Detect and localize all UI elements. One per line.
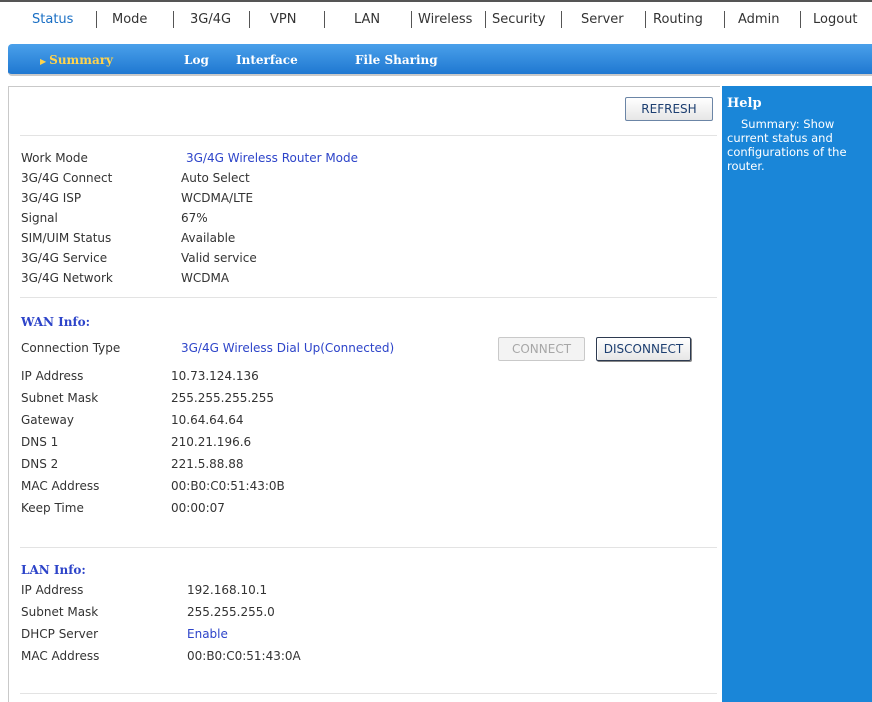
sim-status-label: SIM/UIM Status (21, 231, 112, 245)
top-navigation: Status Mode 3G/4G VPN LAN Wireless Secur… (0, 0, 872, 40)
network-label: 3G/4G Network (21, 271, 113, 285)
nav-status[interactable]: Status (32, 12, 73, 27)
summary-panel: REFRESH Work Mode 3G/4G Wireless Router … (8, 86, 720, 702)
sim-status-value: Available (181, 231, 236, 245)
divider (20, 547, 717, 548)
sub-navigation: ▶ Summary Log Interface File Sharing (8, 44, 872, 76)
nav-lan[interactable]: LAN (354, 12, 380, 27)
nav-separator (800, 11, 801, 28)
dns2-label: DNS 2 (21, 457, 59, 471)
dhcp-server-value[interactable]: Enable (187, 627, 228, 641)
divider (20, 693, 717, 694)
nav-separator (249, 11, 250, 28)
service-label: 3G/4G Service (21, 251, 108, 265)
gateway-value: 10.64.64.64 (171, 413, 244, 427)
lan-subnet-value: 255.255.255.0 (187, 605, 275, 619)
lan-subnet-label: Subnet Mask (21, 605, 99, 619)
nav-separator (96, 11, 97, 28)
dns1-value: 210.21.196.6 (171, 435, 252, 449)
wan-ip-label: IP Address (21, 369, 84, 383)
lan-info-title: LAN Info: (21, 563, 86, 577)
help-panel: Help Summary: Show current status and co… (722, 86, 872, 702)
nav-mode[interactable]: Mode (112, 12, 147, 27)
wan-mac-label: MAC Address (21, 479, 100, 493)
refresh-button[interactable]: REFRESH (625, 97, 713, 121)
wan-info-title: WAN Info: (21, 315, 91, 329)
triangle-right-icon: ▶ (40, 56, 47, 66)
signal-label: Signal (21, 211, 58, 225)
nav-server[interactable]: Server (581, 12, 624, 27)
help-text: Summary: Show current status and configu… (727, 117, 847, 173)
nav-routing[interactable]: Routing (653, 12, 703, 27)
work-mode-value: 3G/4G Wireless Router Mode (186, 151, 359, 165)
network-value: WCDMA (181, 271, 230, 285)
tab-summary-label: Summary (49, 53, 114, 67)
connection-type-value: 3G/4G Wireless Dial Up(Connected) (181, 341, 395, 355)
tab-log[interactable]: Log (184, 53, 209, 67)
work-mode-label: Work Mode (21, 151, 88, 165)
wan-subnet-label: Subnet Mask (21, 391, 99, 405)
dns2-value: 221.5.88.88 (171, 457, 244, 471)
nav-separator (724, 11, 725, 28)
help-title: Help (727, 96, 762, 111)
nav-wireless[interactable]: Wireless (418, 12, 472, 27)
nav-vpn[interactable]: VPN (270, 12, 296, 27)
lan-ip-value: 192.168.10.1 (187, 583, 268, 597)
isp-value: WCDMA/LTE (181, 191, 254, 205)
nav-separator (324, 11, 325, 28)
wan-ip-value: 10.73.124.136 (171, 369, 259, 383)
nav-admin[interactable]: Admin (738, 12, 779, 27)
lan-mac-value: 00:B0:C0:51:43:0A (187, 649, 301, 663)
isp-label: 3G/4G ISP (21, 191, 82, 205)
signal-value: 67% (181, 211, 208, 225)
tab-summary[interactable]: ▶ Summary (40, 53, 113, 67)
divider (20, 297, 717, 298)
connection-type-label: Connection Type (21, 341, 121, 355)
nav-separator (561, 11, 562, 28)
gateway-label: Gateway (21, 413, 75, 427)
connect-value: Auto Select (181, 171, 250, 185)
connect-label: 3G/4G Connect (21, 171, 113, 185)
nav-separator (411, 11, 412, 28)
keep-time-label: Keep Time (21, 501, 84, 515)
disconnect-button[interactable]: DISCONNECT (596, 337, 691, 361)
nav-separator (485, 11, 486, 28)
service-value: Valid service (181, 251, 257, 265)
tab-file-sharing[interactable]: File Sharing (355, 53, 438, 67)
tab-interface[interactable]: Interface (236, 53, 298, 67)
wan-subnet-value: 255.255.255.255 (171, 391, 275, 405)
nav-separator (173, 11, 174, 28)
connect-button[interactable]: CONNECT (498, 337, 585, 361)
wan-mac-value: 00:B0:C0:51:43:0B (171, 479, 285, 493)
nav-separator (645, 11, 646, 28)
keep-time-value: 00:00:07 (171, 501, 225, 515)
divider (20, 135, 717, 136)
dns1-label: DNS 1 (21, 435, 59, 449)
nav-logout[interactable]: Logout (813, 12, 858, 27)
lan-mac-label: MAC Address (21, 649, 100, 663)
dhcp-server-label: DHCP Server (21, 627, 99, 641)
nav-3g4g[interactable]: 3G/4G (190, 12, 231, 27)
lan-ip-label: IP Address (21, 583, 84, 597)
nav-security[interactable]: Security (492, 12, 545, 27)
